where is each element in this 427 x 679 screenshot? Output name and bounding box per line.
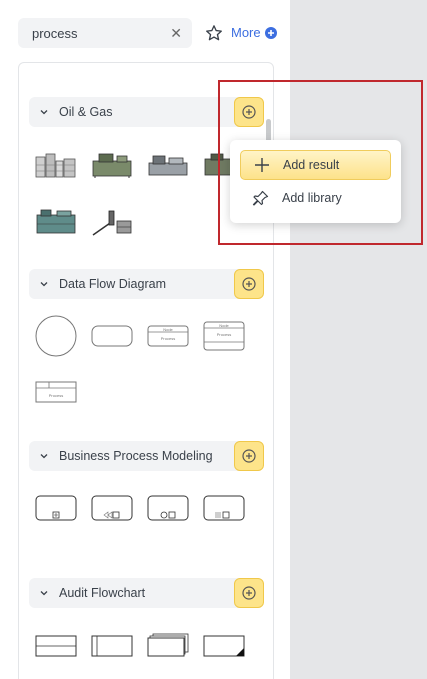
section-title: Audit Flowchart <box>59 586 146 600</box>
audit-multiple-documents-shape[interactable] <box>147 633 189 657</box>
plus-circle-icon <box>242 449 256 463</box>
section-header-data-flow[interactable]: Data Flow Diagram <box>29 269 264 299</box>
node-label: Node <box>219 323 229 328</box>
clear-search-icon[interactable]: ✕ <box>170 26 182 40</box>
search-input[interactable] <box>32 25 171 41</box>
section-title: Business Process Modeling <box>59 449 213 463</box>
dfd-data-store-shape[interactable]: Process <box>35 381 77 403</box>
process-label: Process <box>217 332 231 337</box>
bpm-multi-instance-task-shape[interactable] <box>203 495 245 521</box>
process-label: Process <box>49 393 63 398</box>
add-library-button[interactable] <box>234 441 264 471</box>
audit-input-shape[interactable] <box>91 635 133 657</box>
dfd-process-node-shape[interactable]: Node Process <box>147 325 189 347</box>
oil-pump-unit-shape[interactable] <box>147 151 189 179</box>
audit-annotation-shape[interactable] <box>203 635 245 657</box>
add-library-button[interactable] <box>234 97 264 127</box>
oil-drilling-rig-shape[interactable] <box>91 207 133 237</box>
chevron-down-icon <box>40 110 48 115</box>
dfd-process-detail-shape[interactable]: Node Process <box>203 321 245 351</box>
oil-heat-exchanger-shape[interactable] <box>35 207 77 237</box>
search-box[interactable]: ✕ <box>18 18 192 48</box>
canvas-area[interactable] <box>290 0 427 679</box>
bpm-compensation-task-shape[interactable] <box>91 495 133 521</box>
dfd-process-rounded-shape[interactable] <box>91 325 133 347</box>
chevron-down-icon <box>40 591 48 596</box>
more-libraries-link[interactable]: More <box>231 25 277 40</box>
more-label: More <box>231 25 261 40</box>
plus-circle-icon <box>242 105 256 119</box>
plus-icon <box>255 158 269 172</box>
add-library-button[interactable] <box>234 578 264 608</box>
section-title: Oil & Gas <box>59 105 113 119</box>
dfd-external-entity-circle-shape[interactable] <box>35 315 77 357</box>
plus-circle-icon <box>242 277 256 291</box>
plus-circle-icon <box>264 26 277 39</box>
add-library-button[interactable] <box>234 269 264 299</box>
bpm-loop-task-shape[interactable] <box>147 495 189 521</box>
audit-record-shape[interactable] <box>35 635 77 657</box>
pin-icon <box>252 190 269 206</box>
process-label: Process <box>161 336 175 341</box>
bpm-task-shape[interactable] <box>35 495 77 521</box>
oil-compressor-shape[interactable] <box>91 151 133 179</box>
chevron-down-icon <box>40 282 48 287</box>
section-header-audit-flowchart[interactable]: Audit Flowchart <box>29 578 264 608</box>
add-result-menu-item[interactable]: Add result <box>240 150 391 180</box>
chevron-down-icon <box>40 454 48 459</box>
add-library-menu-item[interactable]: Add library <box>240 183 391 213</box>
node-label: Node <box>163 327 173 332</box>
plus-circle-icon <box>242 586 256 600</box>
section-header-business-process[interactable]: Business Process Modeling <box>29 441 264 471</box>
section-header-oil-gas[interactable]: Oil & Gas <box>29 97 264 127</box>
favorite-star-icon[interactable] <box>205 24 223 42</box>
add-result-label: Add result <box>283 158 340 172</box>
section-title: Data Flow Diagram <box>59 277 166 291</box>
oil-refinery-tanks-shape[interactable] <box>35 151 77 179</box>
context-menu: Add result Add library <box>230 140 401 223</box>
add-library-label: Add library <box>282 191 342 205</box>
